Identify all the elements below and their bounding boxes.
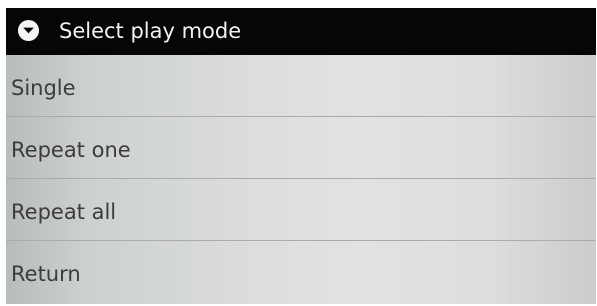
return-item[interactable]: Return bbox=[6, 241, 596, 304]
play-mode-single-label: Single bbox=[11, 76, 76, 100]
dialog-title: Select play mode bbox=[59, 19, 242, 43]
play-mode-single-item[interactable]: Single bbox=[6, 55, 596, 117]
dialog-title-bar: Select play mode bbox=[6, 8, 596, 55]
play-mode-repeat-one-item[interactable]: Repeat one bbox=[6, 117, 596, 179]
play-mode-dialog: Select play mode Single Repeat one Repea… bbox=[6, 8, 596, 304]
play-mode-repeat-all-label: Repeat all bbox=[11, 200, 117, 224]
play-mode-repeat-one-label: Repeat one bbox=[11, 138, 131, 162]
return-label: Return bbox=[11, 262, 81, 286]
play-mode-repeat-all-item[interactable]: Repeat all bbox=[6, 179, 596, 241]
play-mode-list: Single Repeat one Repeat all Return bbox=[6, 55, 596, 304]
circle-chevron-down-icon bbox=[17, 19, 40, 42]
